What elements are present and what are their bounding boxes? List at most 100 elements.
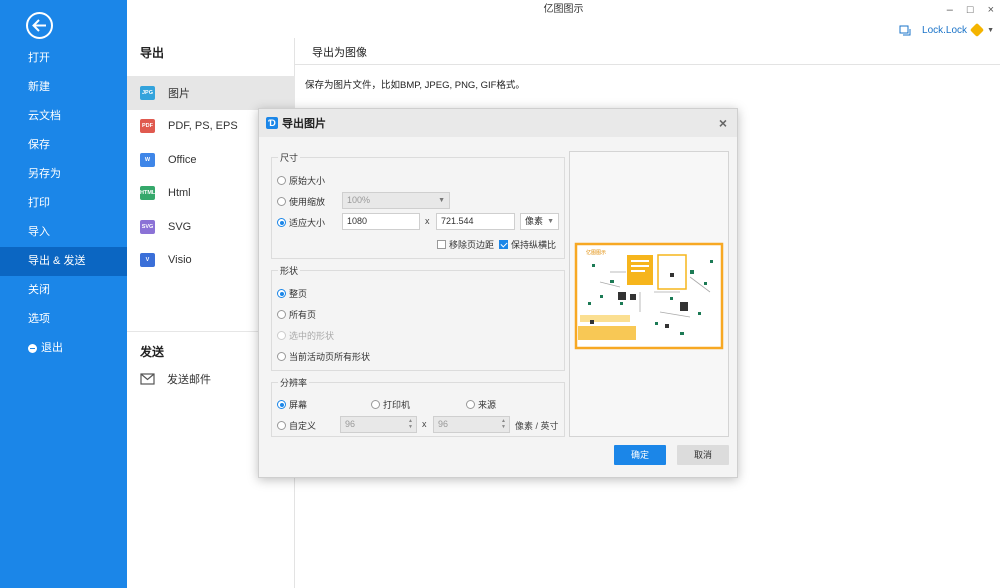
left-sidebar: 打开 新建 云文档 保存 另存为 打印 导入 导出 & 发送 关闭 选项 退出 [0,0,127,588]
pdf-file-icon: PDF [140,119,155,134]
sidebar-item-label: 选项 [28,313,50,325]
back-arrow-icon[interactable] [26,12,53,39]
format-label: 图片 [168,87,190,100]
dpi-x-value: 96 [345,419,356,429]
email-icon [140,372,155,385]
sidebar-nav: 打开 新建 云文档 保存 另存为 打印 导入 导出 & 发送 关闭 选项 退出 [0,44,127,363]
group-title: 形状 [278,264,301,277]
username: Lock.Lock [922,24,968,36]
radio-icon [277,197,286,206]
printer-option[interactable]: 打印机 [371,398,410,411]
html-file-icon: HTML [140,186,155,201]
vip-crown-icon [969,22,985,38]
window-controls: – □ × [947,0,994,20]
close-window-button[interactable]: × [988,4,994,16]
radio-icon [466,400,475,409]
svg-file-icon: SVG [140,219,155,234]
ok-button[interactable]: 确定 [614,445,666,465]
chevron-down-icon: ▼ [987,26,994,34]
export-heading: 导出 [140,46,165,60]
sidebar-item-label: 打印 [28,197,50,209]
close-icon[interactable]: × [719,115,727,131]
remove-margin-checkbox[interactable]: 移除页边距 [437,238,494,251]
custom-option[interactable]: 自定义 [277,419,316,432]
share-icon[interactable] [899,25,911,36]
group-title: 分辨率 [278,376,310,389]
dialog-titlebar: Ɗ 导出图片 × [259,109,737,137]
radio-icon [277,400,286,409]
preview-thumbnail: 亿图图示 [574,242,724,350]
fit-size-option[interactable]: 适应大小 [277,216,325,229]
height-input[interactable]: 721.544 [436,213,515,230]
send-email-label: 发送邮件 [167,374,211,386]
checkbox-icon [499,240,508,249]
radio-icon [277,310,286,319]
visio-file-icon: V [140,253,155,268]
source-option[interactable]: 来源 [466,398,496,411]
radio-icon [371,400,380,409]
cancel-button[interactable]: 取消 [677,445,729,465]
all-pages-option[interactable]: 所有页 [277,308,316,321]
radio-icon [277,218,286,227]
sidebar-item-label: 关闭 [28,284,50,296]
sidebar-item-save[interactable]: 保存 [0,131,127,160]
sidebar-item-label: 保存 [28,139,50,151]
size-group: 尺寸 原始大小 使用缩放 100% ▼ 适应大小 1080 x 721.544 像… [271,151,565,259]
resolution-group: 分辨率 屏幕 打印机 来源 自定义 96 ▲ ▼ x 96 ▲ ▼ 像素 / 英寸 [271,376,565,437]
app-logo-icon: Ɗ [266,117,278,129]
selected-shapes-option: 选中的形状 [277,329,334,342]
option-label: 所有页 [289,310,317,320]
scale-option[interactable]: 使用缩放 [277,195,325,208]
whole-page-option[interactable]: 整页 [277,287,307,300]
user-account[interactable]: Lock.Lock ▼ [899,22,994,38]
sidebar-item-new[interactable]: 新建 [0,73,127,102]
checkbox-icon [437,240,446,249]
sidebar-item-options[interactable]: 选项 [0,305,127,334]
original-size-option[interactable]: 原始大小 [277,174,325,187]
option-label: 移除页边距 [449,240,495,250]
option-label: 整页 [289,289,308,299]
format-label: PDF, PS, EPS [168,120,238,133]
sidebar-item-open[interactable]: 打开 [0,44,127,73]
sidebar-item-exit[interactable]: 退出 [0,334,127,363]
option-label: 选中的形状 [289,331,335,341]
sidebar-item-import[interactable]: 导入 [0,218,127,247]
sidebar-item-export-send[interactable]: 导出 & 发送 [0,247,127,276]
scale-value: 100% [347,195,371,205]
unit-select[interactable]: 像素 ▼ [520,213,559,230]
times-separator: x [425,216,430,226]
sidebar-item-label: 导入 [28,226,50,238]
option-label: 屏幕 [289,400,308,410]
sidebar-item-print[interactable]: 打印 [0,189,127,218]
format-item-image[interactable]: JPG 图片 [127,76,295,110]
radio-icon [277,421,286,430]
dpi-y-stepper: 96 ▲ ▼ [433,416,510,433]
send-email-item[interactable]: 发送邮件 [140,371,211,387]
current-page-shapes-option[interactable]: 当前活动页所有形状 [277,350,370,363]
option-label: 当前活动页所有形状 [289,352,371,362]
screen-option[interactable]: 屏幕 [277,398,307,411]
preview-title: 亿图图示 [586,249,606,256]
sidebar-item-cloud[interactable]: 云文档 [0,102,127,131]
maximize-button[interactable]: □ [967,4,974,16]
sidebar-item-label: 退出 [41,342,63,354]
option-label: 来源 [478,400,497,410]
sidebar-item-label: 导出 & 发送 [28,255,86,267]
radio-icon [277,352,286,361]
dpi-x-stepper: 96 ▲ ▼ [340,416,417,433]
scale-select[interactable]: 100% ▼ [342,192,450,209]
format-label: Office [168,153,197,166]
sidebar-item-label: 打开 [28,52,50,64]
keep-ratio-checkbox[interactable]: 保持纵横比 [499,238,556,251]
sidebar-item-close[interactable]: 关闭 [0,276,127,305]
times-separator: x [422,419,427,429]
option-label: 原始大小 [289,176,326,186]
send-heading: 发送 [140,345,165,359]
format-label: Visio [168,254,192,267]
sidebar-item-save-as[interactable]: 另存为 [0,160,127,189]
divider [295,64,1000,65]
option-label: 适应大小 [289,218,326,228]
width-input[interactable]: 1080 [342,213,420,230]
option-label: 自定义 [289,421,317,431]
minimize-button[interactable]: – [947,4,953,16]
